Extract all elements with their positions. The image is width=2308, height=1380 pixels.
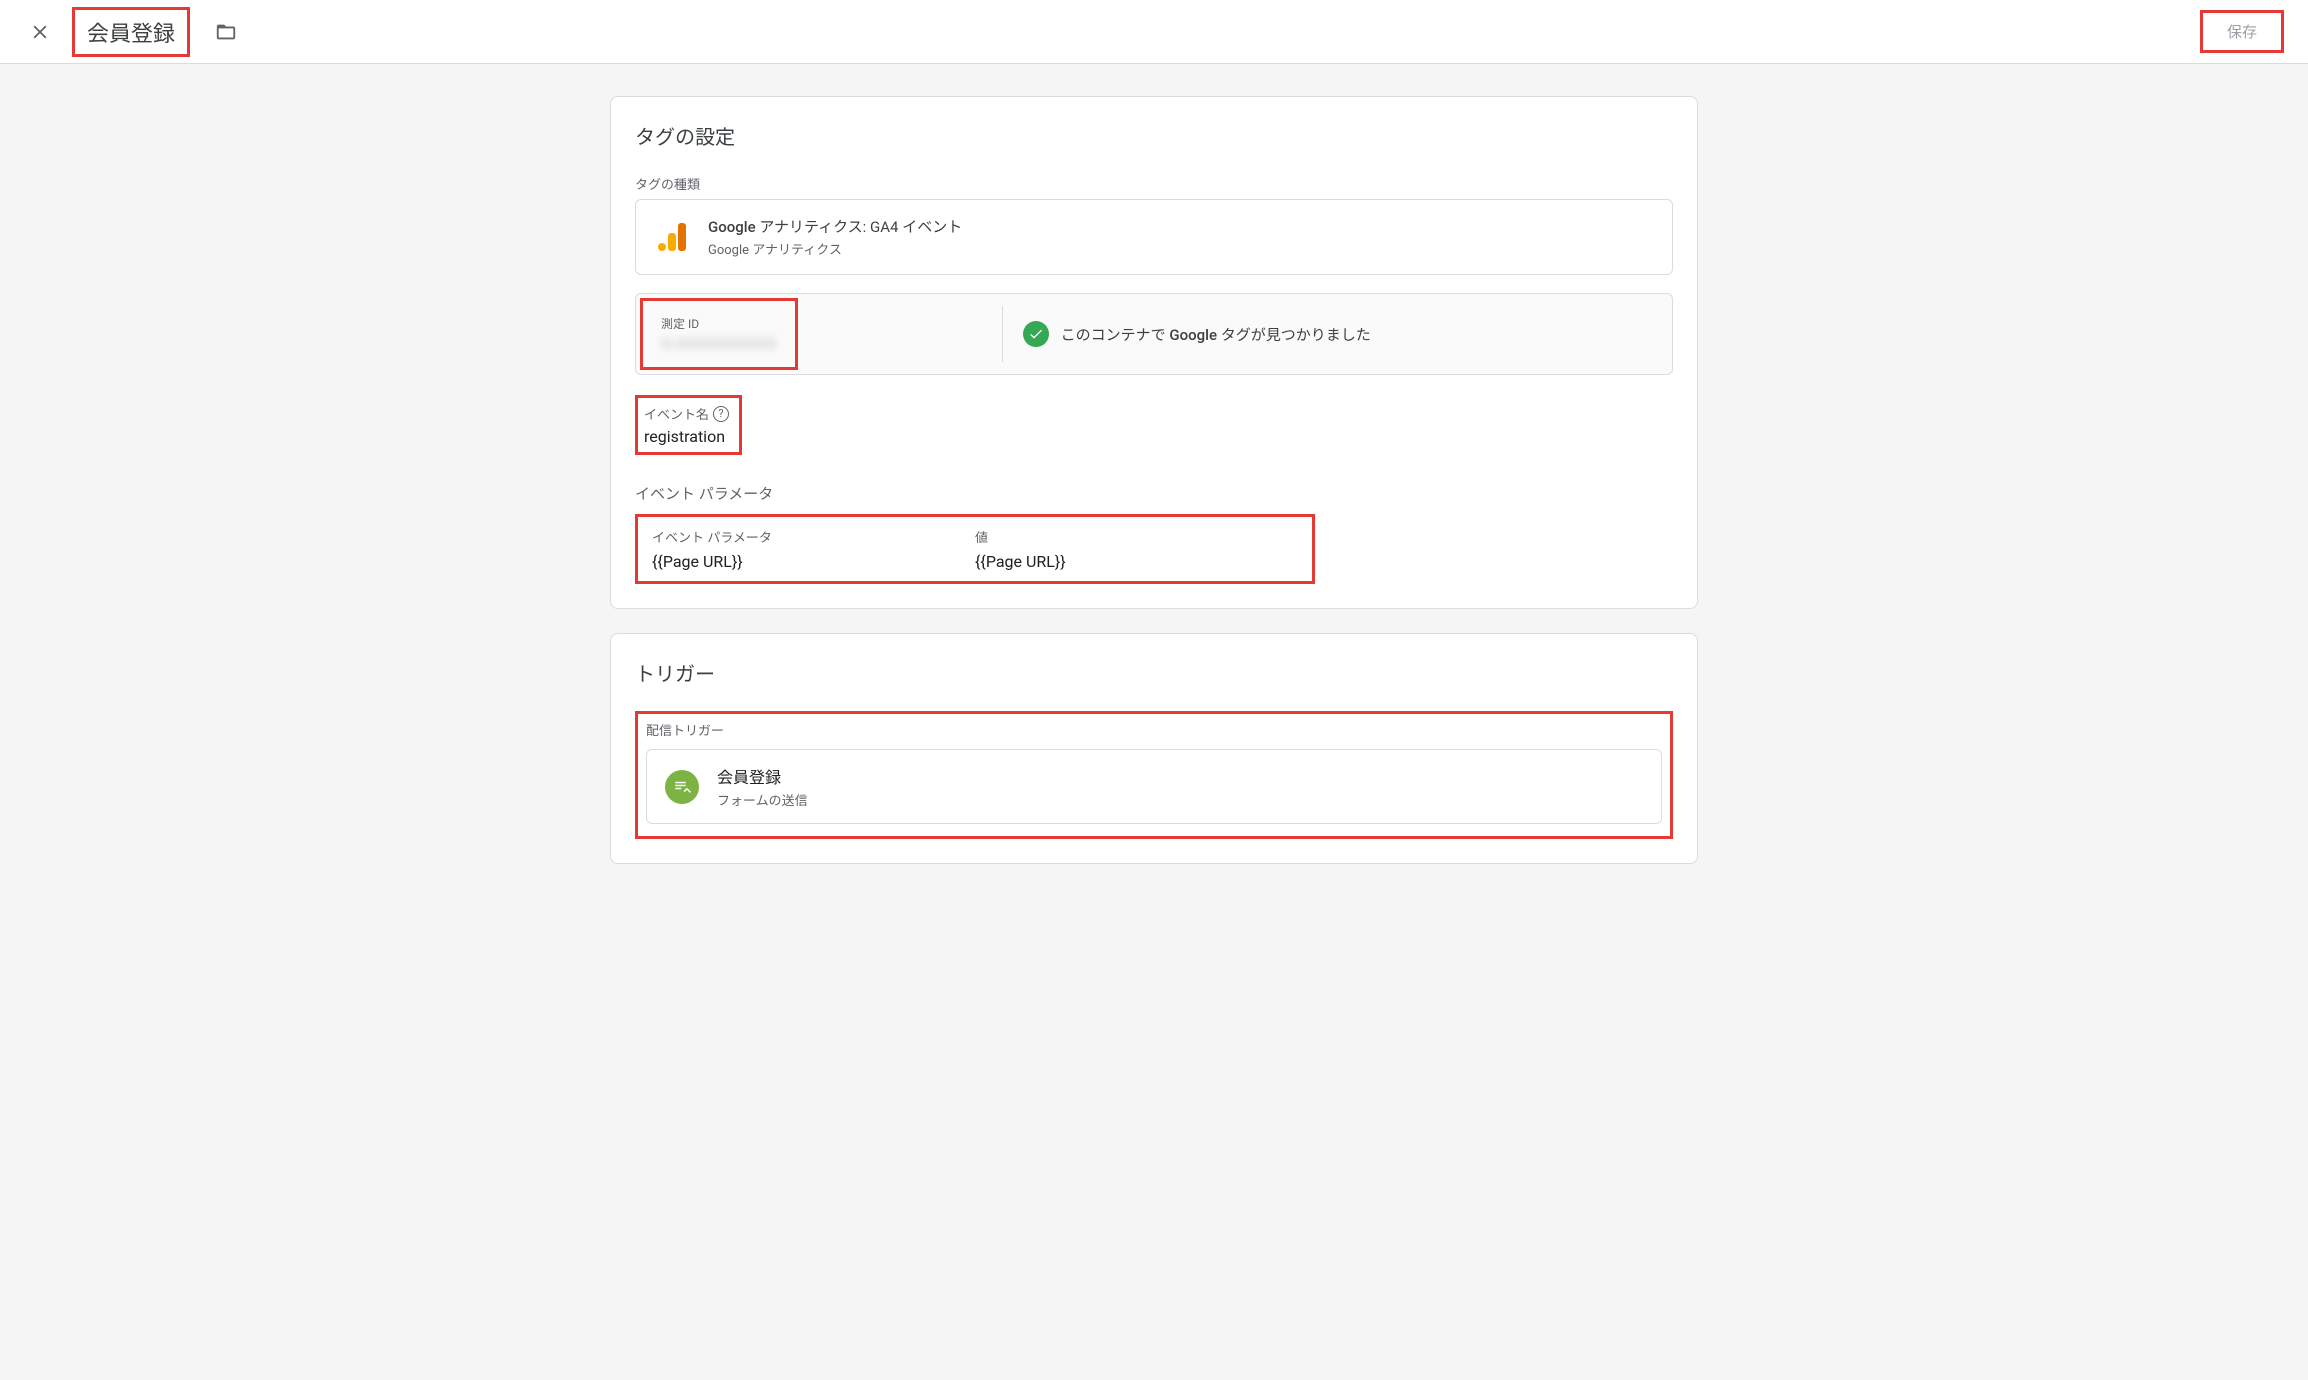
- measurement-id-value: G-XXXXXXXXXX: [661, 334, 777, 353]
- tag-type-name: Google アナリティクス: GA4 イベント: [708, 216, 962, 237]
- dialog-header: 会員登録 保存: [0, 0, 2308, 64]
- tag-config-card: タグの設定 タグの種類 Google アナリティクス: GA4 イベント Goo…: [610, 96, 1698, 609]
- param-key: {{Page URL}}: [652, 552, 975, 571]
- google-tag-found-text: このコンテナで Google タグが見つかりました: [1061, 324, 1371, 345]
- form-submit-icon: [665, 770, 699, 804]
- firing-triggers-label: 配信トリガー: [646, 720, 1662, 739]
- event-name-value: registration: [644, 427, 729, 446]
- event-name-label: イベント名: [644, 404, 709, 423]
- event-params-section-label: イベント パラメータ: [635, 483, 1673, 504]
- help-icon[interactable]: ?: [713, 406, 729, 422]
- tag-title-input[interactable]: 会員登録: [72, 7, 190, 57]
- check-circle-icon: [1023, 321, 1049, 347]
- close-icon: [29, 21, 51, 43]
- tag-config-title: タグの設定: [635, 121, 1673, 150]
- google-analytics-icon: [656, 221, 688, 253]
- trigger-card: トリガー 配信トリガー 会員登録 フォームの送信: [610, 633, 1698, 864]
- param-value: {{Page URL}}: [975, 552, 1298, 571]
- param-header-key: イベント パラメータ: [652, 527, 975, 546]
- measurement-id-label: 測定 ID: [661, 315, 777, 332]
- param-row[interactable]: {{Page URL}} {{Page URL}}: [652, 552, 1298, 571]
- param-header-value: 値: [975, 527, 1298, 546]
- close-button[interactable]: [16, 8, 64, 56]
- event-params-table: イベント パラメータ 値 {{Page URL}} {{Page URL}}: [635, 514, 1315, 584]
- trigger-card-title: トリガー: [635, 658, 1673, 687]
- trigger-row[interactable]: 会員登録 フォームの送信: [646, 749, 1662, 824]
- trigger-type: フォームの送信: [717, 790, 808, 809]
- tag-type-label: タグの種類: [635, 174, 1673, 193]
- folder-icon: [215, 21, 237, 43]
- measurement-id-row: 測定 ID G-XXXXXXXXXX このコンテナで Google タグが見つか…: [635, 293, 1673, 375]
- event-name-field[interactable]: イベント名 ? registration: [635, 395, 742, 455]
- trigger-name: 会員登録: [717, 764, 808, 788]
- tag-type-selector[interactable]: Google アナリティクス: GA4 イベント Google アナリティクス: [635, 199, 1673, 275]
- folder-button[interactable]: [206, 12, 246, 52]
- save-button[interactable]: 保存: [2200, 10, 2284, 53]
- tag-type-subtitle: Google アナリティクス: [708, 239, 962, 258]
- measurement-id-field[interactable]: 測定 ID G-XXXXXXXXXX: [640, 298, 798, 370]
